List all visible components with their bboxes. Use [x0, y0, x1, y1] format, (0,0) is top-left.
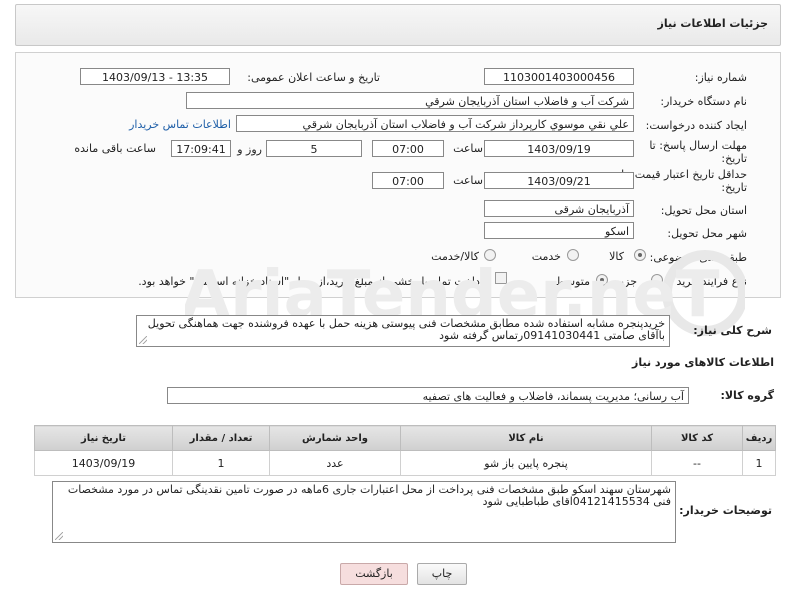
time-remaining-label: ساعت باقی مانده — [74, 142, 156, 155]
purchase-type-medium-label: متوسط — [555, 275, 590, 288]
col-item-name: نام کالا — [400, 425, 652, 451]
delivery-city-field[interactable]: اسکو — [484, 222, 634, 239]
price-validity-label-date: تاریخ: — [721, 181, 747, 194]
price-validity-label: حداقل تاریخ اعتبار قیمت: تا — [621, 168, 747, 181]
reply-deadline-label-date: تاریخ: — [721, 152, 747, 165]
time-remaining-field[interactable]: 17:09:41 — [171, 140, 231, 157]
print-button[interactable]: چاپ — [417, 563, 467, 585]
col-row-number: ردیف — [742, 425, 776, 451]
buyer-org-field[interactable]: شرکت آب و فاضلاب استان آذربایجان شرقي — [186, 92, 634, 109]
price-validity-date-field[interactable]: 1403/09/21 — [484, 172, 634, 189]
buyer-notes-textarea[interactable]: شهرستان سهند اسکو طبق مشخصات فنی پرداخت … — [52, 481, 676, 543]
price-validity-time-field[interactable]: 07:00 — [372, 172, 444, 189]
cell-need-date: 1403/09/19 — [34, 450, 173, 476]
description-textarea[interactable]: خریدپنجره مشابه استفاده شده مطابق مشخصات… — [136, 315, 670, 347]
requester-label: ایجاد کننده درخواست: — [645, 119, 747, 132]
goods-section-title: اطلاعات کالاهای مورد نیاز — [632, 356, 774, 369]
col-need-date: تاریخ نیاز — [34, 425, 173, 451]
cell-quantity: 1 — [172, 450, 270, 476]
category-service-label: خدمت — [531, 250, 561, 263]
need-number-label: شماره نیاز: — [694, 71, 747, 84]
goods-group-label: گروه کالا: — [720, 389, 774, 402]
goods-group-field[interactable]: آب رسانی؛ مدیریت پسماند، فاضلاب و فعالیت… — [167, 387, 689, 404]
purchase-type-radio-minor[interactable] — [651, 274, 663, 286]
resize-handle[interactable] — [55, 532, 63, 540]
cell-item-code: -- — [651, 450, 743, 476]
category-radio-goods-service[interactable] — [484, 249, 496, 261]
purchase-type-minor-label: جزیی — [611, 275, 637, 288]
announce-datetime-label: تاریخ و ساعت اعلان عمومی: — [247, 71, 380, 84]
goods-table-header: ردیف کد کالا نام کالا واحد شمارش تعداد /… — [34, 425, 776, 451]
category-goods-label: کالا — [609, 250, 624, 263]
goods-table: ردیف کد کالا نام کالا واحد شمارش تعداد /… — [34, 425, 776, 476]
col-unit: واحد شمارش — [269, 425, 401, 451]
table-row[interactable]: 1 -- پنجره پایین باز شو عدد 1 1403/09/19 — [34, 450, 776, 476]
cell-item-name: پنجره پایین باز شو — [400, 450, 652, 476]
cell-unit: عدد — [269, 450, 401, 476]
page-title: جزئیات اطلاعات نیاز — [657, 17, 769, 30]
col-item-code: کد کالا — [651, 425, 743, 451]
announce-datetime-field[interactable]: 1403/09/13 - 13:35 — [80, 68, 230, 85]
price-validity-time-label: ساعت — [453, 174, 483, 187]
treasury-payment-note: پرداخت تمام یا بخشی از مبلغ خرید،از محل … — [138, 275, 489, 288]
cell-row-number: 1 — [742, 450, 776, 476]
header-panel: جزئیات اطلاعات نیاز — [15, 4, 781, 46]
days-label: روز و — [237, 143, 262, 156]
resize-handle[interactable] — [139, 336, 147, 344]
col-quantity: تعداد / مقدار — [172, 425, 270, 451]
delivery-province-field[interactable]: آذربایجان شرقی — [484, 200, 634, 217]
days-remaining-field[interactable]: 5 — [266, 140, 362, 157]
requester-field[interactable]: علي نقي موسوي كارپرداز شركت آب و فاضلاب … — [236, 115, 634, 132]
category-goods-service-label: کالا/خدمت — [431, 250, 479, 263]
delivery-city-label: شهر محل تحویل: — [667, 227, 747, 240]
back-button[interactable]: بازگشت — [340, 563, 408, 585]
need-number-field[interactable]: 1103001403000456 — [484, 68, 634, 85]
description-text: خریدپنجره مشابه استفاده شده مطابق مشخصات… — [147, 317, 665, 342]
treasury-payment-checkbox[interactable] — [495, 272, 507, 284]
purchase-type-label: نوع فرآیند خرید : — [669, 275, 747, 288]
buyer-contact-link[interactable]: اطلاعات تماس خریدار — [129, 118, 231, 131]
reply-deadline-label: مهلت ارسال پاسخ: تا — [649, 139, 747, 152]
description-label: شرح کلی نیاز: — [693, 324, 772, 337]
buyer-org-label: نام دستگاه خریدار: — [660, 95, 747, 108]
reply-deadline-time-label: ساعت — [453, 142, 483, 155]
category-radio-goods[interactable] — [634, 249, 646, 261]
reply-deadline-time-field[interactable]: 07:00 — [372, 140, 444, 157]
category-radio-service[interactable] — [567, 249, 579, 261]
category-label: طبقه بندی موضوعی: — [649, 251, 747, 264]
reply-deadline-date-field[interactable]: 1403/09/19 — [484, 140, 634, 157]
delivery-province-label: استان محل تحویل: — [660, 204, 747, 217]
buyer-notes-text: شهرستان سهند اسکو طبق مشخصات فنی پرداخت … — [67, 483, 671, 508]
buyer-notes-label: توضیحات خریدار: — [679, 504, 772, 517]
purchase-type-radio-medium[interactable] — [596, 274, 608, 286]
